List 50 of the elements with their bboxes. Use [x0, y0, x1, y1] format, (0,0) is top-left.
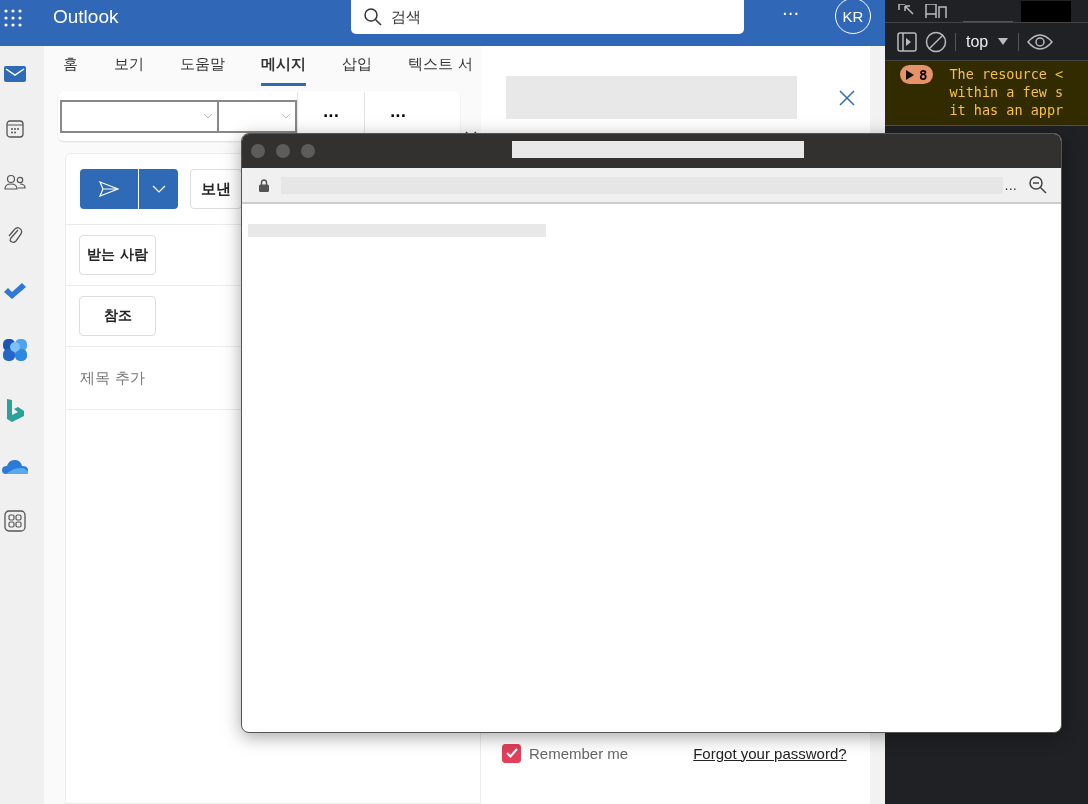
checkbox-label: Remember me — [529, 744, 629, 762]
chevron-down-icon — [151, 185, 166, 193]
apps-icon[interactable] — [4, 510, 26, 532]
ribbon-tab[interactable]: 텍스트 서 — [408, 55, 473, 86]
search-field[interactable]: 검색 — [351, 0, 744, 34]
people-icon[interactable] — [4, 174, 26, 190]
toolbar-button[interactable]: 보낸 — [190, 169, 242, 209]
console-message-text: it has an appr — [949, 101, 1064, 119]
app-launcher-icon[interactable] — [4, 9, 22, 27]
send-icon — [99, 181, 119, 197]
ribbon-tab[interactable]: 보기 — [114, 55, 144, 86]
cloud-icon[interactable] — [2, 458, 28, 474]
letter-b-shape-icon[interactable] — [6, 398, 24, 422]
size-dropdown[interactable] — [217, 99, 297, 133]
blocks-icon[interactable] — [2, 336, 28, 362]
checkmark-icon[interactable] — [3, 282, 27, 300]
send-button[interactable] — [80, 169, 138, 209]
mail-icon[interactable] — [4, 66, 26, 82]
checkbox[interactable] — [502, 743, 521, 763]
paperclip-icon[interactable] — [7, 226, 23, 246]
caret-icon — [998, 38, 1009, 45]
more-button[interactable]: ... — [1004, 177, 1017, 193]
checkmark-icon — [505, 748, 518, 758]
context-dropdown[interactable]: top — [955, 32, 1020, 51]
console-message-text: The resource < — [949, 65, 1064, 83]
calendar-icon[interactable] — [6, 120, 24, 138]
app-title: Outlook — [53, 6, 119, 28]
zoom-out-icon[interactable] — [1029, 176, 1047, 194]
sidebar-icon[interactable] — [897, 31, 917, 52]
font-dropdown[interactable] — [60, 99, 219, 133]
search-icon — [363, 7, 383, 27]
chevron-down-icon — [281, 113, 291, 119]
close-icon[interactable] — [839, 89, 855, 106]
ribbon-tab[interactable]: 도움말 — [180, 55, 225, 86]
ribbon-tab[interactable]: 메시지 — [261, 55, 306, 86]
search-input[interactable]: 검색 — [391, 2, 731, 32]
ribbon-tab[interactable]: 홈 — [63, 55, 78, 86]
forgot-password-link[interactable]: Forgot your password? — [693, 744, 847, 762]
eye-icon[interactable] — [1027, 32, 1054, 51]
more-button[interactable]: ··· — [782, 3, 800, 24]
message-count-badge[interactable]: 8 — [900, 65, 934, 84]
lock-icon — [259, 178, 269, 192]
device-icon[interactable] — [925, 4, 947, 18]
recipient-button[interactable]: 참조 — [79, 296, 156, 336]
console-message-text: within a few s — [949, 83, 1064, 101]
clear-icon[interactable] — [925, 30, 947, 53]
expand-icon — [906, 69, 914, 80]
ribbon-tab[interactable]: 삽입 — [342, 55, 372, 86]
recipient-button[interactable]: 받는 사람 — [79, 235, 156, 275]
chevron-down-icon — [203, 113, 213, 119]
